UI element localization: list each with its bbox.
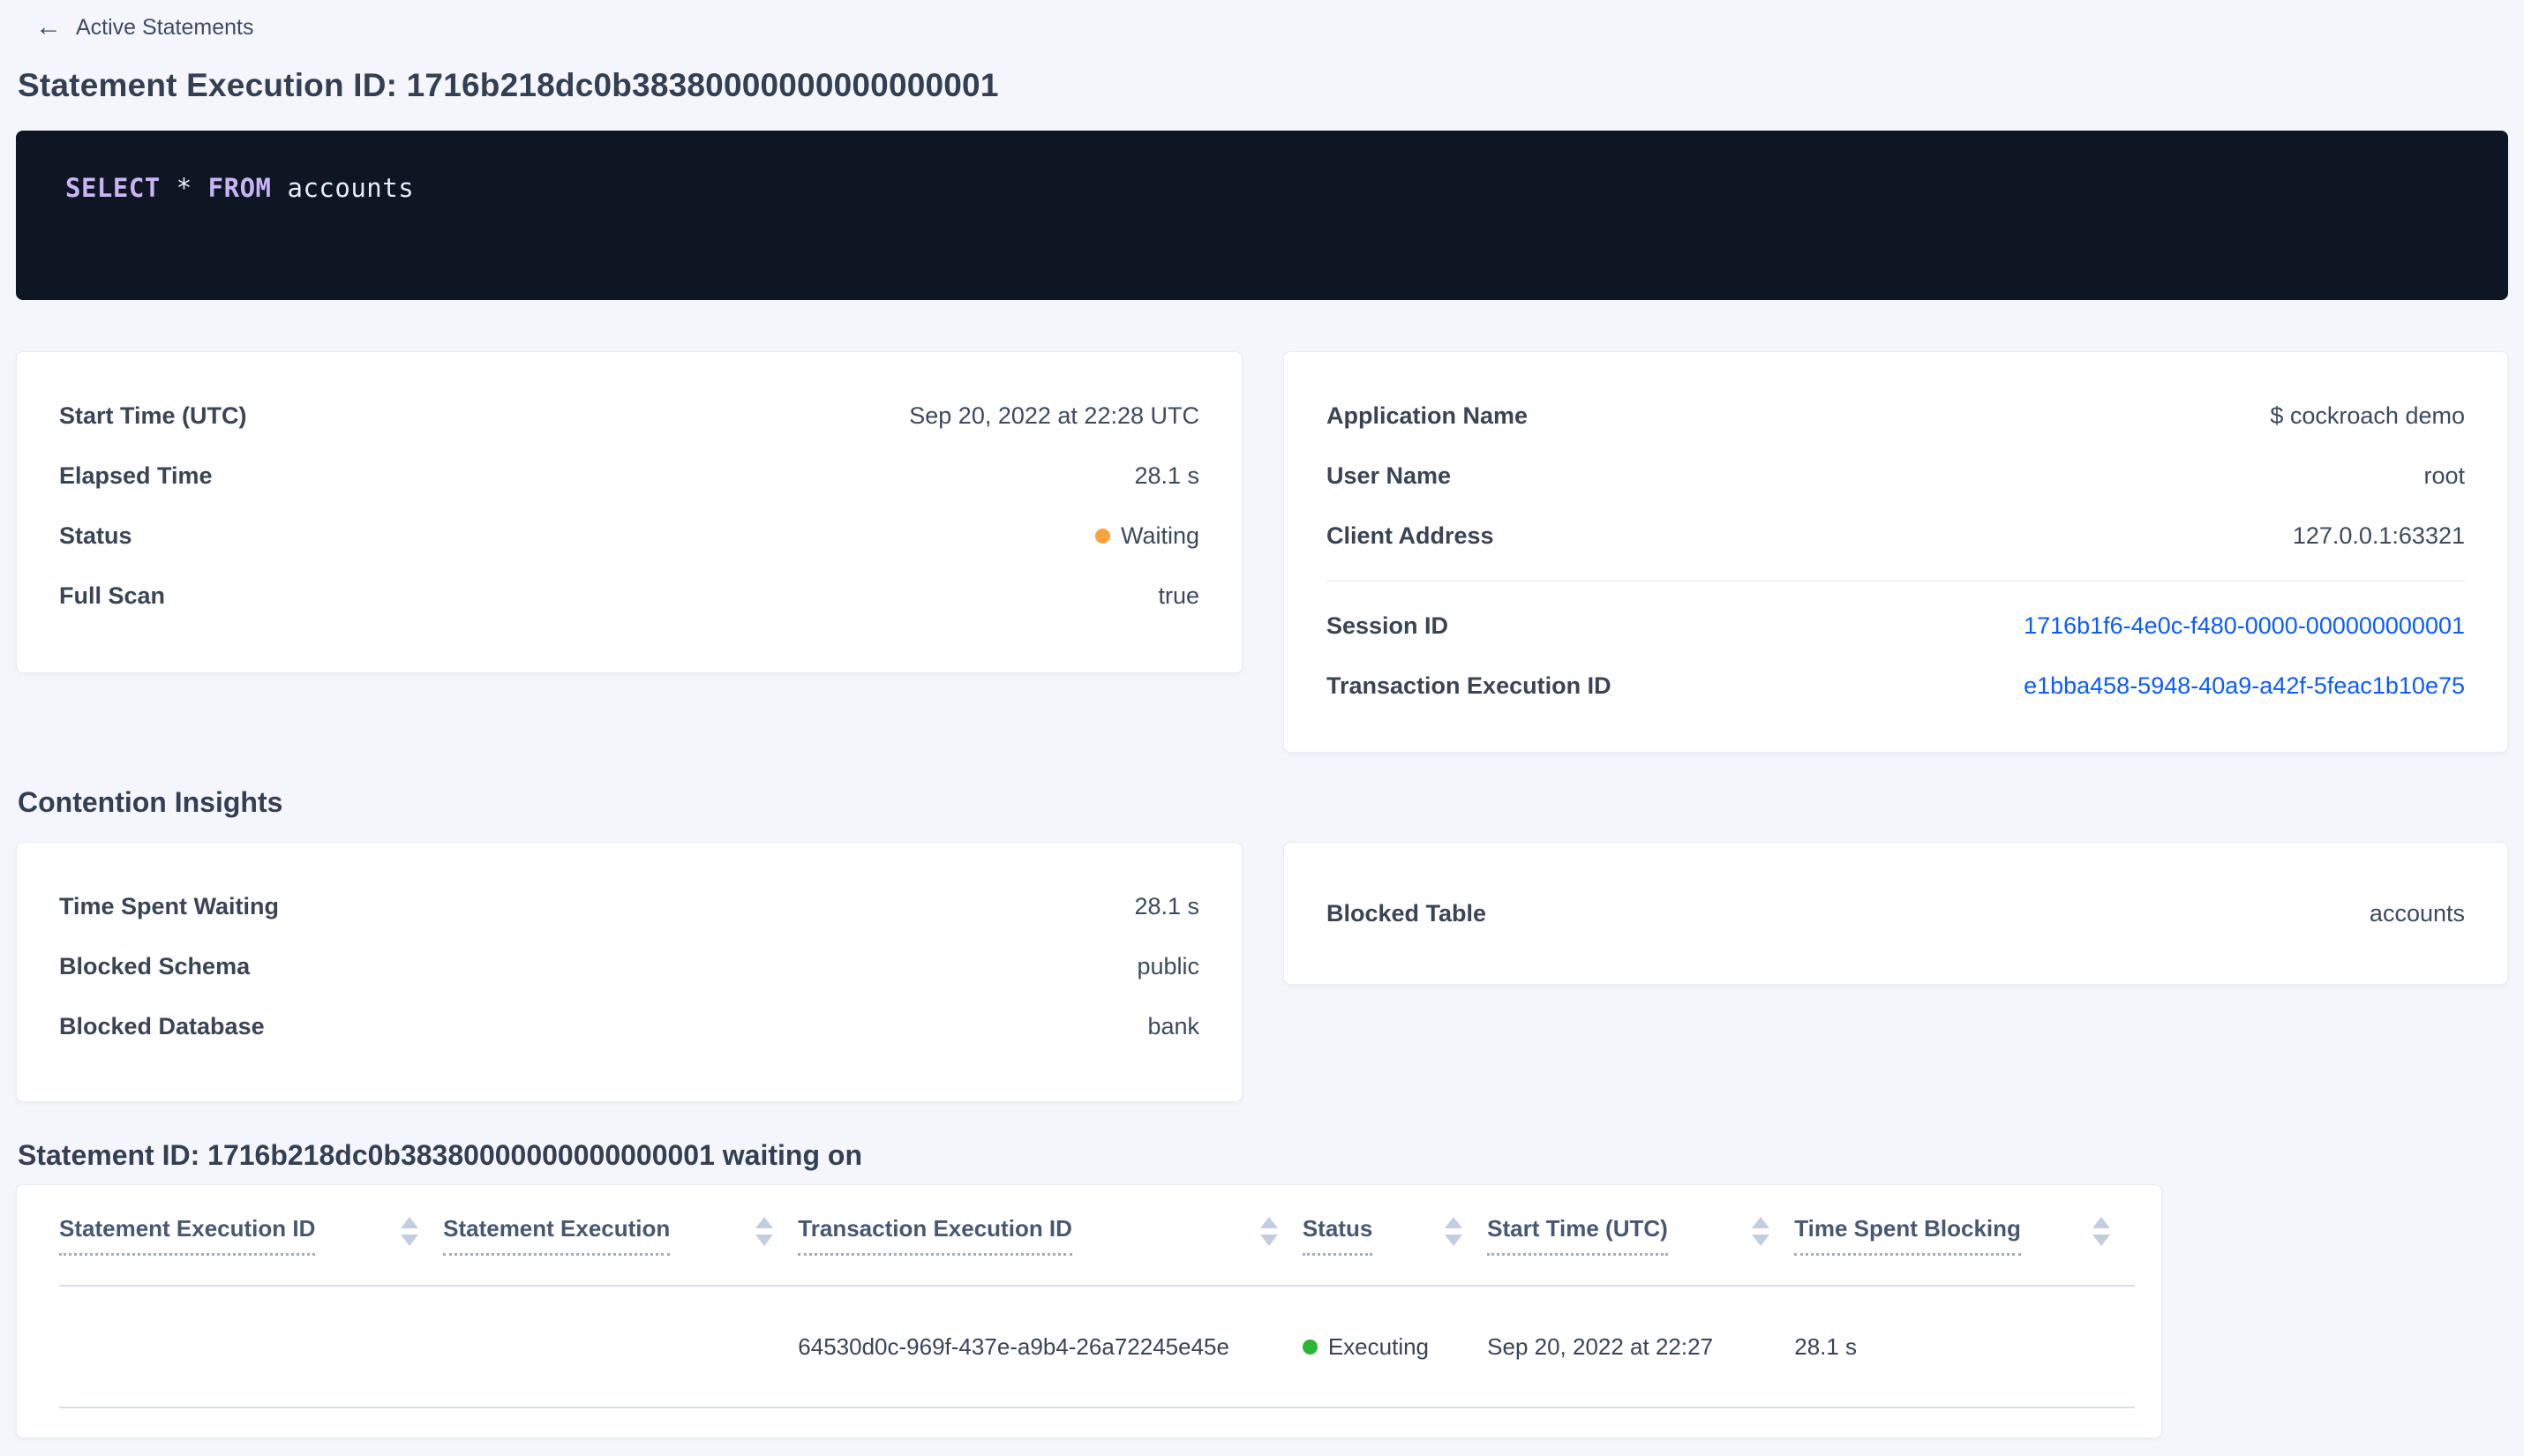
executing-status-dot-icon [1302,1339,1318,1355]
blocked-schema-value: public [1137,952,1199,979]
column-header-label: Statement Execution [443,1215,671,1256]
elapsed-time-row: Elapsed Time 28.1 s [59,446,1199,506]
session-id-row: Session ID 1716b1f6-4e0c-f480-0000-00000… [1326,596,2465,656]
sort-icon [755,1216,775,1246]
client-address-row: Client Address 127.0.0.1:63321 [1326,506,2465,566]
time-spent-waiting-row: Time Spent Waiting 28.1 s [59,876,1199,936]
back-arrow-icon: ← [35,12,62,41]
execution-summary-card: Start Time (UTC) Sep 20, 2022 at 22:28 U… [16,351,1243,673]
client-address-label: Client Address [1326,522,1494,549]
sql-statement-text: SELECT * FROM accounts [65,173,2459,203]
application-name-value: $ cockroach demo [2270,402,2465,429]
sql-keyword-from: FROM [207,173,272,203]
blocked-database-label: Blocked Database [59,1012,265,1039]
column-header-time-spent-blocking[interactable]: Time Spent Blocking [1794,1215,2135,1256]
session-details-card: Application Name $ cockroach demo User N… [1283,351,2508,753]
details-cards-row: Start Time (UTC) Sep 20, 2022 at 22:28 U… [16,351,2508,753]
column-header-status[interactable]: Status [1302,1215,1487,1256]
contention-cards-row: Time Spent Waiting 28.1 s Blocked Schema… [16,842,2508,1102]
contention-details-card: Time Spent Waiting 28.1 s Blocked Schema… [16,842,1243,1102]
cell-status-text: Executing [1327,1332,1430,1360]
sql-statement-box: SELECT * FROM accounts [16,131,2508,300]
column-header-statement-execution-id[interactable]: Statement Execution ID [59,1215,443,1256]
elapsed-time-label: Elapsed Time [59,462,213,489]
card-divider [1326,580,2465,582]
waiting-status-dot-icon [1094,528,1110,544]
client-address-value: 127.0.0.1:63321 [2292,522,2465,549]
sort-icon [1259,1216,1280,1246]
column-header-statement-execution[interactable]: Statement Execution [443,1215,798,1256]
column-header-label: Status [1302,1215,1373,1256]
session-id-link[interactable]: 1716b1f6-4e0c-f480-0000-000000000001 [2024,612,2465,640]
cell-status: Executing [1302,1332,1487,1361]
application-name-row: Application Name $ cockroach demo [1326,386,2465,446]
sort-icon [401,1216,420,1246]
back-link-active-statements[interactable]: ← Active Statements [35,11,2508,44]
status-row: Status Waiting [59,506,1199,566]
waiting-on-table: Statement Execution ID Statement Executi… [16,1184,2162,1438]
blocked-table-card: Blocked Table accounts [1283,842,2508,985]
sort-icon [1752,1216,1771,1246]
time-spent-waiting-label: Time Spent Waiting [59,892,280,919]
cell-time-spent-blocking: 28.1 s [1794,1332,1858,1360]
time-spent-waiting-value: 28.1 s [1134,892,1199,919]
status-label: Status [59,522,132,549]
blocked-schema-row: Blocked Schema public [59,936,1199,996]
application-name-label: Application Name [1326,402,1529,429]
table-row: 64530d0c-969f-437e-a9b4-26a72245e45e Exe… [59,1287,2135,1407]
cell-start-time: Sep 20, 2022 at 22:27 [1487,1332,1714,1360]
table-header-row: Statement Execution ID Statement Executi… [59,1185,2135,1285]
sql-star: * [176,173,192,203]
start-time-row: Start Time (UTC) Sep 20, 2022 at 22:28 U… [59,386,1199,446]
blocked-database-row: Blocked Database bank [59,996,1199,1056]
full-scan-label: Full Scan [59,582,166,609]
user-name-value: root [2423,462,2465,489]
blocked-schema-label: Blocked Schema [59,952,251,979]
status-text: Waiting [1120,522,1199,549]
sort-icon [1445,1216,1464,1246]
start-time-value: Sep 20, 2022 at 22:28 UTC [909,402,1199,429]
transaction-execution-id-link[interactable]: e1bba458-5948-40a9-a42f-5feac1b10e75 [2024,672,2465,700]
sql-table-name: accounts [287,173,415,203]
transaction-execution-id-label: Transaction Execution ID [1326,672,1611,699]
session-id-label: Session ID [1326,612,1449,639]
elapsed-time-value: 28.1 s [1134,462,1199,489]
sort-icon [2092,1216,2112,1246]
table-row-divider [59,1407,2135,1408]
blocked-table-value: accounts [2369,899,2465,927]
transaction-execution-id-row: Transaction Execution ID e1bba458-5948-4… [1326,656,2465,716]
statement-details-page: ← Active Statements Statement Execution … [0,0,2524,1438]
column-header-label: Time Spent Blocking [1794,1215,2021,1256]
blocked-table-row: Blocked Table accounts [1326,883,2465,943]
user-name-label: User Name [1326,462,1452,489]
column-header-label: Statement Execution ID [59,1215,316,1256]
cell-transaction-execution-id: 64530d0c-969f-437e-a9b4-26a72245e45e [798,1332,1229,1360]
blocked-database-value: bank [1147,1012,1199,1039]
column-header-label: Transaction Execution ID [798,1215,1072,1256]
full-scan-value: true [1158,582,1199,609]
user-name-row: User Name root [1326,446,2465,506]
waiting-on-heading: Statement ID: 1716b218dc0b38380000000000… [18,1139,862,1171]
start-time-label: Start Time (UTC) [59,402,247,429]
column-header-start-time[interactable]: Start Time (UTC) [1487,1215,1794,1256]
full-scan-row: Full Scan true [59,566,1199,626]
contention-insights-heading: Contention Insights [18,786,283,818]
back-link-label: Active Statements [76,14,254,40]
column-header-label: Start Time (UTC) [1487,1215,1668,1256]
status-value: Waiting [1094,522,1199,550]
page-title: Statement Execution ID: 1716b218dc0b3838… [18,67,999,103]
blocked-table-label: Blocked Table [1326,899,1487,927]
sql-keyword-select: SELECT [65,173,161,203]
column-header-transaction-execution-id[interactable]: Transaction Execution ID [798,1215,1303,1256]
